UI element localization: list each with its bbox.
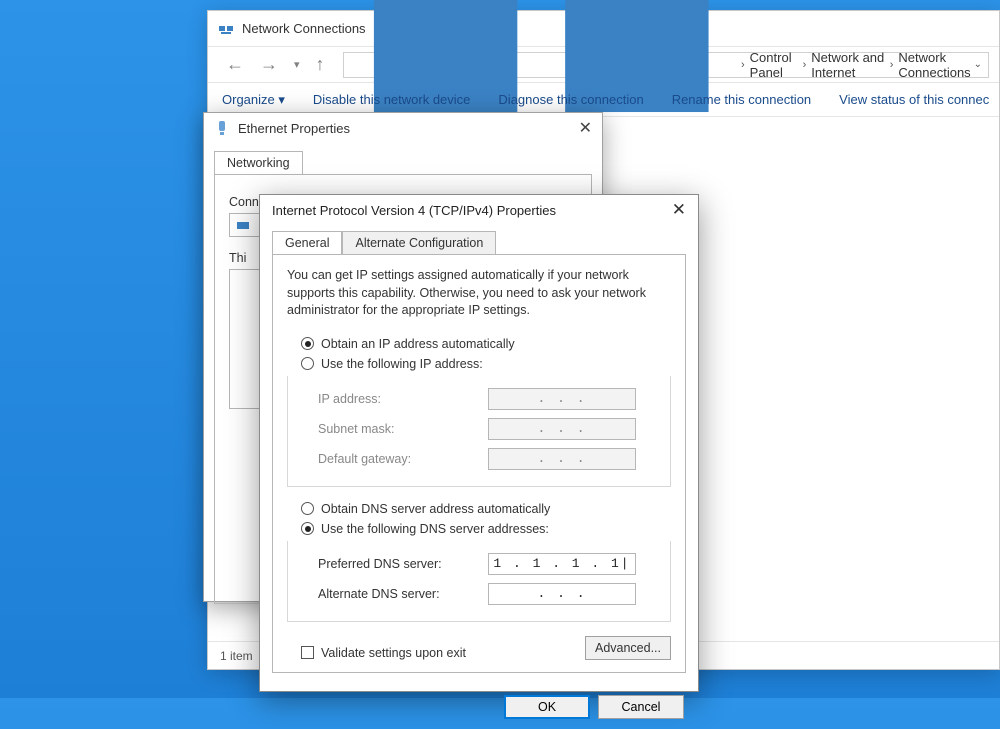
chevron-icon: ›	[798, 59, 812, 71]
ok-button[interactable]: OK	[504, 695, 590, 719]
subnet-mask-label: Subnet mask:	[318, 422, 488, 436]
validate-label: Validate settings upon exit	[321, 646, 466, 660]
radio-icon	[301, 357, 314, 370]
radio-dns-auto[interactable]: Obtain DNS server address automatically	[287, 499, 671, 519]
tab-body: You can get IP settings assigned automat…	[272, 254, 686, 673]
diagnose-button[interactable]: Diagnose this connection	[498, 92, 643, 107]
tab-general[interactable]: General	[272, 231, 342, 254]
ip-address-input: . . .	[488, 388, 636, 410]
radio-label: Obtain an IP address automatically	[321, 337, 515, 351]
tab-strip: Networking	[204, 143, 602, 174]
radio-icon	[301, 502, 314, 515]
network-icon	[218, 21, 234, 37]
radio-ip-manual[interactable]: Use the following IP address:	[287, 354, 671, 374]
organize-menu[interactable]: Organize ▾	[222, 92, 285, 108]
chevron-down-icon[interactable]: ⌄	[974, 59, 982, 70]
advanced-button[interactable]: Advanced...	[585, 636, 671, 660]
description-text: You can get IP settings assigned automat…	[287, 267, 671, 320]
gateway-input: . . .	[488, 448, 636, 470]
dialog-titlebar: Internet Protocol Version 4 (TCP/IPv4) P…	[260, 195, 698, 225]
subnet-mask-row: Subnet mask: . . .	[300, 414, 658, 444]
ip-address-label: IP address:	[318, 392, 488, 406]
gateway-label: Default gateway:	[318, 452, 488, 466]
alternate-dns-input[interactable]: . . .	[488, 583, 636, 605]
radio-label: Use the following IP address:	[321, 357, 483, 371]
cancel-button[interactable]: Cancel	[598, 695, 684, 719]
crumb-network-internet[interactable]: Network and Internet	[811, 50, 884, 80]
gateway-row: Default gateway: . . .	[300, 444, 658, 474]
preferred-dns-label: Preferred DNS server:	[318, 557, 488, 571]
chevron-icon: ›	[736, 59, 750, 71]
disable-device-button[interactable]: Disable this network device	[313, 92, 471, 107]
rename-button[interactable]: Rename this connection	[672, 92, 811, 107]
alternate-dns-row: Alternate DNS server: . . .	[300, 579, 658, 609]
forward-button[interactable]: →	[252, 54, 286, 75]
dialog-title: Internet Protocol Version 4 (TCP/IPv4) P…	[272, 203, 556, 218]
ethernet-icon	[214, 120, 230, 136]
crumb-control-panel[interactable]: Control Panel	[750, 50, 798, 80]
breadcrumb[interactable]: › Control Panel › Network and Internet ›…	[343, 52, 989, 78]
crumb-network-connections[interactable]: Network Connections	[898, 50, 973, 80]
view-status-button[interactable]: View status of this connec	[839, 92, 989, 107]
ip-address-row: IP address: . . .	[300, 384, 658, 414]
radio-dns-manual[interactable]: Use the following DNS server addresses:	[287, 519, 671, 539]
chevron-icon: ›	[885, 59, 899, 71]
up-button[interactable]: ↑	[308, 54, 333, 75]
tab-networking[interactable]: Networking	[214, 151, 303, 174]
dialog-buttons: OK Cancel	[260, 685, 698, 729]
radio-label: Use the following DNS server addresses:	[321, 522, 549, 536]
alternate-dns-label: Alternate DNS server:	[318, 587, 488, 601]
ipv4-properties-dialog: Internet Protocol Version 4 (TCP/IPv4) P…	[259, 194, 699, 692]
checkbox-icon	[301, 646, 314, 659]
back-button[interactable]: ←	[218, 54, 252, 75]
recent-dropdown[interactable]: ▾	[286, 58, 308, 71]
radio-icon	[301, 337, 314, 350]
close-button[interactable]: ✕	[672, 200, 686, 220]
ip-group: IP address: . . . Subnet mask: . . . Def…	[287, 376, 671, 487]
radio-icon	[301, 522, 314, 535]
item-count: 1 item	[220, 649, 253, 663]
dialog-title: Ethernet Properties	[238, 121, 350, 136]
address-bar: ← → ▾ ↑ › Control Panel › Network and In…	[208, 47, 999, 83]
tab-alternate-configuration[interactable]: Alternate Configuration	[342, 231, 496, 254]
preferred-dns-row: Preferred DNS server: 1 . 1 . 1 . 1|	[300, 549, 658, 579]
close-button[interactable]: ✕	[579, 118, 592, 138]
dialog-titlebar: Ethernet Properties ✕	[204, 113, 602, 143]
preferred-dns-input[interactable]: 1 . 1 . 1 . 1|	[488, 553, 636, 575]
tab-strip: General Alternate Configuration	[260, 225, 698, 254]
dns-group: Preferred DNS server: 1 . 1 . 1 . 1| Alt…	[287, 541, 671, 622]
radio-label: Obtain DNS server address automatically	[321, 502, 550, 516]
subnet-mask-input: . . .	[488, 418, 636, 440]
radio-ip-auto[interactable]: Obtain an IP address automatically	[287, 334, 671, 354]
adapter-icon	[236, 218, 250, 232]
window-title: Network Connections	[242, 21, 366, 36]
